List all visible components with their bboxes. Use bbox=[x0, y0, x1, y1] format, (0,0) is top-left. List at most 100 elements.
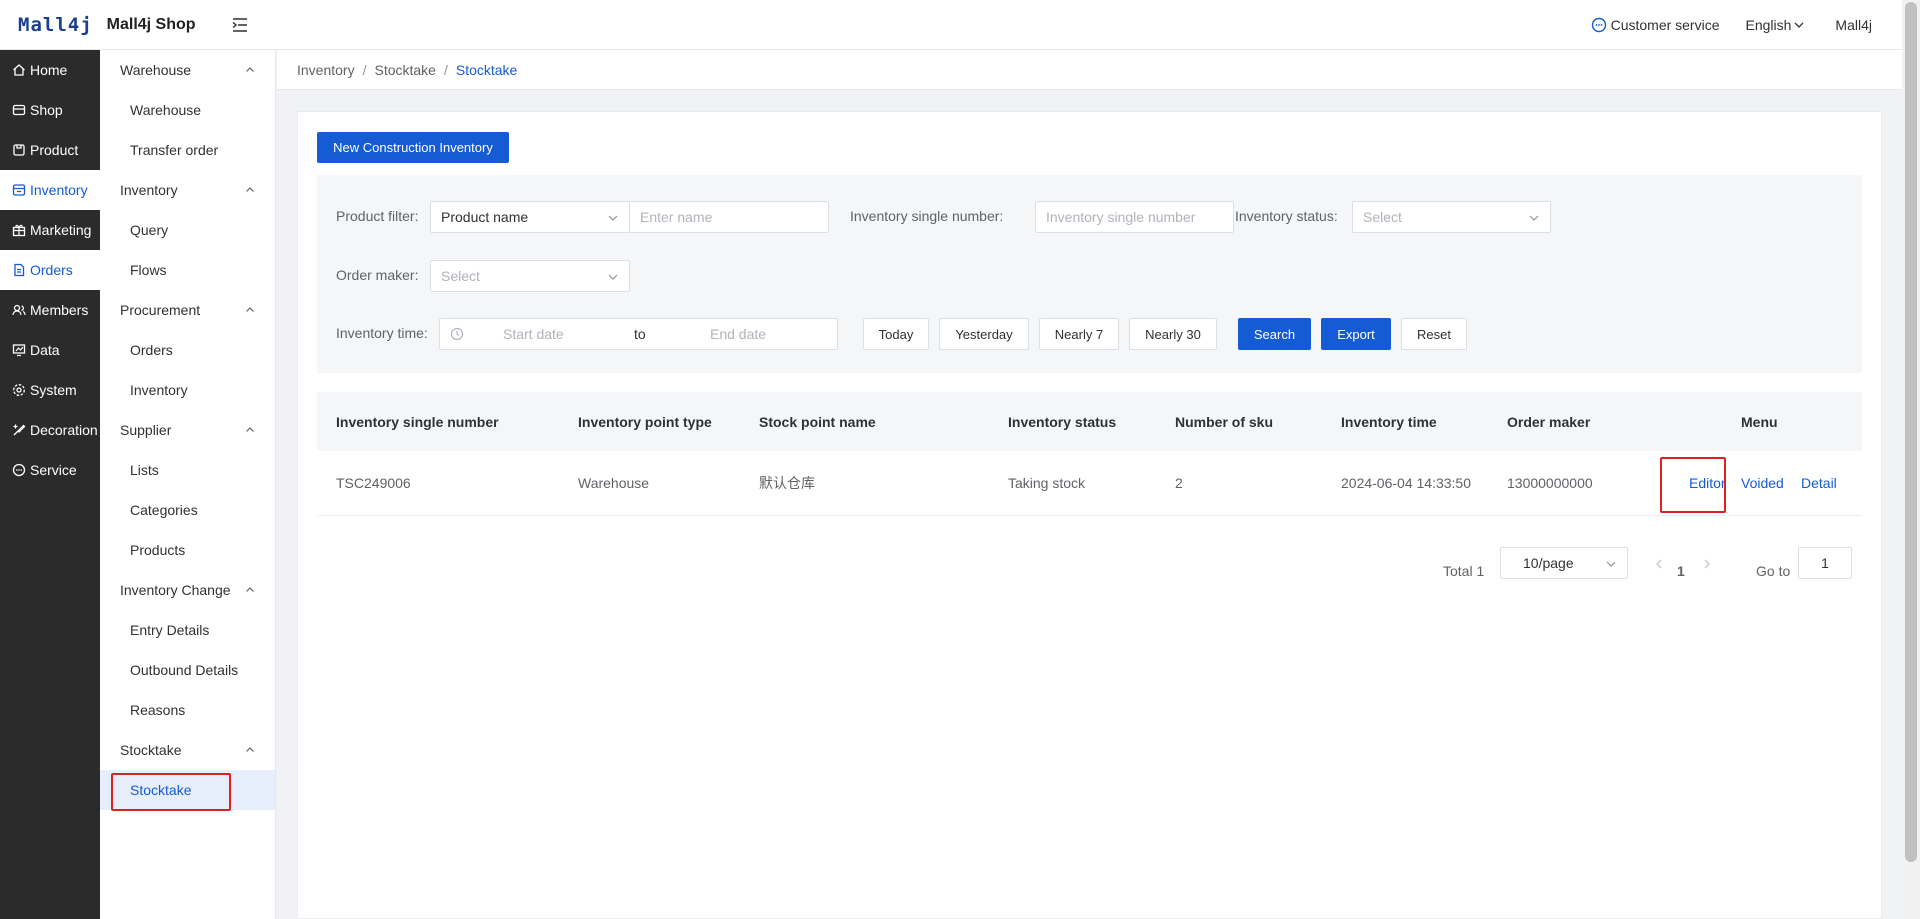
subnav-item-procurement-inventory[interactable]: Inventory bbox=[100, 370, 275, 410]
nav-system[interactable]: System bbox=[0, 370, 100, 410]
search-button[interactable]: Search bbox=[1238, 318, 1311, 350]
scrollbar-thumb[interactable] bbox=[1905, 2, 1917, 862]
breadcrumb-item[interactable]: Inventory bbox=[297, 62, 355, 78]
user-menu[interactable]: Mall4j bbox=[1835, 17, 1872, 33]
nav-decoration[interactable]: Decoration bbox=[0, 410, 100, 450]
range-separator: to bbox=[634, 326, 646, 342]
reset-button[interactable]: Reset bbox=[1401, 318, 1467, 350]
status-select[interactable]: Select bbox=[1352, 201, 1551, 233]
chevron-down-icon bbox=[1606, 561, 1616, 567]
chevron-up-icon bbox=[246, 427, 254, 432]
column-header: Stock point name bbox=[759, 413, 876, 430]
prev-page-icon[interactable] bbox=[1654, 558, 1664, 570]
yesterday-button[interactable]: Yesterday bbox=[939, 318, 1029, 350]
subnav-group-inventory[interactable]: Inventory bbox=[100, 170, 275, 210]
breadcrumb: Inventory / Stocktake / Stocktake bbox=[277, 50, 1902, 90]
collapse-menu-icon[interactable] bbox=[230, 15, 250, 35]
subnav-group-warehouse[interactable]: Warehouse bbox=[100, 50, 275, 90]
product-filter-label: Product filter: bbox=[336, 208, 419, 224]
product-filter-value: Product name bbox=[441, 209, 529, 225]
stocktake-table: Inventory single number Inventory point … bbox=[317, 392, 1862, 516]
subnav-item-orders[interactable]: Orders bbox=[100, 330, 275, 370]
status-placeholder: Select bbox=[1363, 209, 1402, 225]
subnav-item-categories[interactable]: Categories bbox=[100, 490, 275, 530]
cell-status: Taking stock bbox=[1008, 475, 1086, 491]
highlight-box-stocktake bbox=[111, 773, 231, 811]
language-dropdown[interactable]: English bbox=[1746, 17, 1810, 33]
subnav-item-products[interactable]: Products bbox=[100, 530, 275, 570]
subnav-group-stocktake[interactable]: Stocktake bbox=[100, 730, 275, 770]
subnav-group-title: Procurement bbox=[120, 302, 201, 318]
nav-orders[interactable]: Orders bbox=[0, 250, 100, 290]
breadcrumb-separator: / bbox=[362, 61, 367, 78]
logo-mark: Mall4j bbox=[18, 13, 93, 36]
nav-label: Decoration bbox=[30, 422, 98, 438]
subnav-group-supplier[interactable]: Supplier bbox=[100, 410, 275, 450]
members-icon bbox=[12, 304, 26, 316]
chevron-up-icon bbox=[246, 67, 254, 72]
customer-service-link[interactable]: Customer service bbox=[1591, 17, 1720, 33]
chevron-down-icon bbox=[608, 215, 618, 221]
next-page-icon[interactable] bbox=[1702, 558, 1712, 570]
highlight-box-editor bbox=[1660, 457, 1726, 513]
chevron-down-icon bbox=[1794, 22, 1804, 28]
column-header: Inventory single number bbox=[336, 413, 499, 430]
vertical-scrollbar[interactable] bbox=[1902, 0, 1920, 919]
product-filter-select[interactable]: Product name bbox=[430, 201, 630, 233]
nav-service[interactable]: Service bbox=[0, 450, 100, 490]
goto-page-input[interactable]: 1 bbox=[1798, 547, 1852, 579]
nav-label: Product bbox=[30, 142, 79, 158]
top-header: Mall4j Mall4j Shop Customer service Engl… bbox=[0, 0, 1902, 50]
end-date-placeholder: End date bbox=[710, 326, 767, 342]
page-size-select[interactable]: 10/page bbox=[1500, 547, 1628, 579]
subnav-item-reasons[interactable]: Reasons bbox=[100, 690, 275, 730]
nav-members[interactable]: Members bbox=[0, 290, 100, 330]
nearly-30-button[interactable]: Nearly 30 bbox=[1129, 318, 1217, 350]
gift-icon bbox=[12, 224, 26, 237]
voided-link[interactable]: Voided bbox=[1741, 475, 1784, 491]
subnav-item-entry-details[interactable]: Entry Details bbox=[100, 610, 275, 650]
customer-service-label: Customer service bbox=[1610, 16, 1720, 33]
product-name-input[interactable]: Enter name bbox=[629, 201, 829, 233]
breadcrumb-item[interactable]: Stocktake bbox=[374, 62, 435, 78]
goto-label: Go to bbox=[1756, 563, 1791, 579]
nav-marketing[interactable]: Marketing bbox=[0, 210, 100, 250]
subnav-item-warehouse[interactable]: Warehouse bbox=[100, 90, 275, 130]
nav-shop[interactable]: Shop bbox=[0, 90, 100, 130]
subnav-group-procurement[interactable]: Procurement bbox=[100, 290, 275, 330]
clock-icon bbox=[450, 327, 464, 341]
page-size-value: 10/page bbox=[1523, 555, 1574, 571]
subnav-item-query[interactable]: Query bbox=[100, 210, 275, 250]
product-icon bbox=[13, 144, 25, 156]
date-range-picker[interactable]: Start date to End date bbox=[439, 318, 838, 350]
sub-sidebar: Warehouse Warehouse Transfer order Inven… bbox=[100, 50, 276, 919]
order-maker-select[interactable]: Select bbox=[430, 260, 630, 292]
new-inventory-button[interactable]: New Construction Inventory bbox=[317, 132, 509, 163]
subnav-group-inventory-change[interactable]: Inventory Change bbox=[100, 570, 275, 610]
nav-inventory[interactable]: Inventory bbox=[0, 170, 100, 210]
page-number-current[interactable]: 1 bbox=[1677, 563, 1685, 579]
column-header: Inventory point type bbox=[578, 413, 712, 430]
subnav-item-flows[interactable]: Flows bbox=[100, 250, 275, 290]
chevron-up-icon bbox=[246, 187, 254, 192]
time-label: Inventory time: bbox=[336, 325, 428, 341]
goto-page-value: 1 bbox=[1821, 555, 1829, 571]
cell-maker: 13000000000 bbox=[1507, 475, 1593, 491]
nearly-7-button[interactable]: Nearly 7 bbox=[1039, 318, 1119, 350]
order-maker-placeholder: Select bbox=[441, 268, 480, 284]
subnav-item-outbound-details[interactable]: Outbound Details bbox=[100, 650, 275, 690]
subnav-item-lists[interactable]: Lists bbox=[100, 450, 275, 490]
breadcrumb-current: Stocktake bbox=[455, 61, 518, 78]
detail-link[interactable]: Detail bbox=[1801, 475, 1837, 491]
column-header: Number of sku bbox=[1175, 413, 1274, 430]
subnav-item-transfer-order[interactable]: Transfer order bbox=[100, 130, 275, 170]
nav-data[interactable]: Data bbox=[0, 330, 100, 370]
export-button[interactable]: Export bbox=[1321, 318, 1391, 350]
nav-product[interactable]: Product bbox=[0, 130, 100, 170]
user-name: Mall4j bbox=[1835, 16, 1872, 33]
logo[interactable]: Mall4j Mall4j Shop bbox=[0, 14, 230, 36]
today-button[interactable]: Today bbox=[863, 318, 929, 350]
subnav-group-title: Inventory Change bbox=[120, 582, 231, 598]
nav-home[interactable]: Home bbox=[0, 50, 100, 90]
single-number-input[interactable]: Inventory single number bbox=[1035, 201, 1234, 233]
